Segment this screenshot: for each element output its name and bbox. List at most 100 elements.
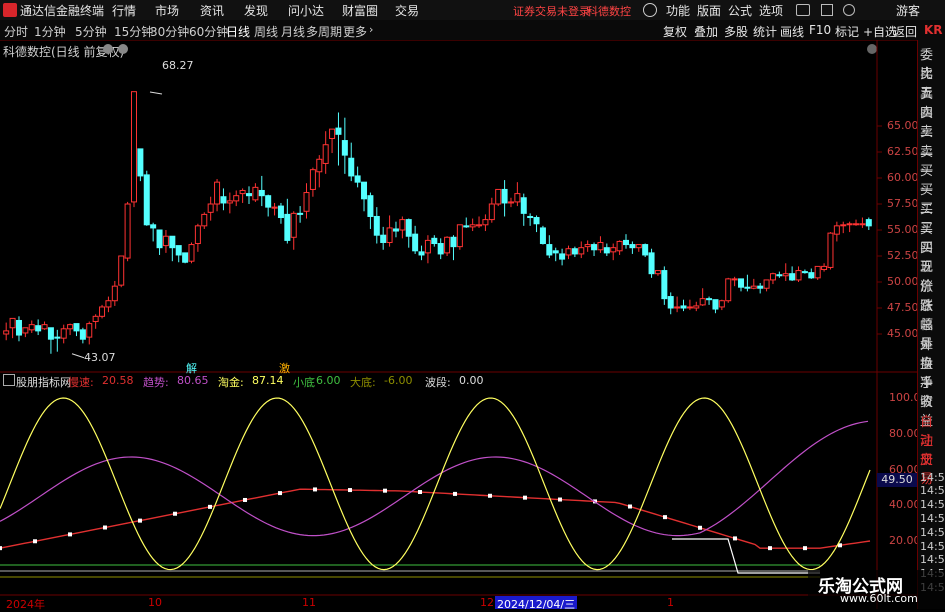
- sidebar-tab[interactable]: 14:56: [920, 553, 945, 567]
- period-toolbar: 分时 1分钟 5分钟 15分钟 30分钟 60分钟 日线 周线 月线 多周期 更…: [0, 20, 945, 41]
- login-status[interactable]: 证券交易未登录: [513, 3, 590, 19]
- sidebar-tab[interactable]: 自动: [920, 413, 945, 449]
- candle-body: [150, 224, 157, 229]
- period-multi[interactable]: 多周期: [306, 23, 342, 40]
- menu-jiaoyi[interactable]: 交易: [395, 2, 419, 19]
- period-5min[interactable]: 5分钟: [75, 23, 107, 40]
- menu-caifuquan[interactable]: 财富圈: [342, 2, 378, 19]
- candle-body: [782, 273, 789, 277]
- sidebar-tab[interactable]: 14:56: [920, 526, 945, 540]
- sidebar-tab[interactable]: 14:56: [920, 484, 945, 498]
- menu-banmian[interactable]: 版面: [697, 2, 721, 19]
- sidebar-tab[interactable]: 外盘: [920, 336, 945, 372]
- period-15min[interactable]: 15分钟: [114, 23, 153, 40]
- btn-duogu[interactable]: 多股: [724, 23, 748, 40]
- candle-body: [744, 286, 751, 289]
- sidebar-tab[interactable]: 买三: [920, 200, 945, 236]
- indicator-field-value: -6.00: [384, 374, 413, 387]
- candle-body: [456, 224, 463, 248]
- candle-body: [437, 243, 444, 255]
- period-fenshi[interactable]: 分时: [4, 23, 28, 40]
- price-axis-label: 57.50: [887, 197, 919, 210]
- chevron-right-icon[interactable]: ›: [369, 23, 373, 36]
- user-icon[interactable]: [843, 4, 855, 16]
- sidebar-tab[interactable]: 14:56: [920, 540, 945, 554]
- sidebar-tab[interactable]: 买二: [920, 181, 945, 217]
- candle-body: [559, 253, 566, 260]
- btn-tongji[interactable]: 统计: [753, 23, 777, 40]
- candle-body: [162, 235, 169, 247]
- indicator-field-label: 淘金:: [218, 376, 244, 389]
- btn-diejia[interactable]: 叠加: [694, 23, 718, 40]
- btn-f10[interactable]: F10: [809, 23, 831, 37]
- menu-zixun[interactable]: 资讯: [200, 2, 224, 19]
- price-axis-label: 65.00: [887, 119, 919, 132]
- indicator-name[interactable]: 股朋指标网: [16, 374, 71, 390]
- period-daily[interactable]: 日线: [226, 23, 250, 40]
- sidebar-tab[interactable]: 卖五: [920, 65, 945, 101]
- candle-body: [271, 206, 278, 209]
- btn-biaoji[interactable]: 标记: [835, 23, 859, 40]
- period-monthly[interactable]: 月线: [281, 23, 305, 40]
- crosshair-date: 2024/12/04/三: [495, 596, 578, 611]
- sidebar-tab[interactable]: 交易: [920, 451, 945, 487]
- candle-body: [92, 315, 99, 323]
- sidebar-tab[interactable]: 14:56: [920, 471, 945, 485]
- sidebar-tab[interactable]: 涨幅: [920, 297, 945, 333]
- sidebar-tab[interactable]: 换手: [920, 355, 945, 391]
- menu-gongneng[interactable]: 功能: [666, 2, 690, 19]
- search-icon[interactable]: [643, 3, 657, 17]
- indicator-toggle-icon[interactable]: [3, 374, 15, 386]
- price-chart[interactable]: [0, 40, 917, 609]
- menu-hangqing[interactable]: 行情: [112, 2, 136, 19]
- lock-icon[interactable]: [821, 4, 833, 16]
- sidebar-tab[interactable]: 卖三: [920, 104, 945, 140]
- btn-huaxian[interactable]: 画线: [780, 23, 804, 40]
- price-axis-label: 52.50: [887, 249, 919, 262]
- slow-line-marker: [523, 495, 527, 500]
- guest-label[interactable]: 游客: [896, 2, 920, 19]
- sidebar-tab[interactable]: 买五: [920, 239, 945, 275]
- date-label-10: 10: [148, 596, 162, 609]
- sidebar-tab[interactable]: 委比: [920, 46, 945, 82]
- sidebar-tab[interactable]: 卖一: [920, 143, 945, 179]
- period-30min[interactable]: 30分钟: [150, 23, 189, 40]
- period-60min[interactable]: 60分钟: [189, 23, 228, 40]
- message-icon[interactable]: [796, 4, 810, 16]
- sidebar-tab[interactable]: 收益: [920, 393, 945, 429]
- sidebar-tab[interactable]: 14:56: [920, 498, 945, 512]
- slow-line-marker: [33, 539, 37, 544]
- btn-fuquan[interactable]: 复权: [663, 23, 687, 40]
- candle-body: [520, 197, 527, 214]
- sidebar-tab[interactable]: 现价: [920, 258, 945, 294]
- sidebar-tab[interactable]: 涨跌: [920, 278, 945, 314]
- slow-line-marker: [243, 497, 247, 502]
- menu-faxian[interactable]: 发现: [244, 2, 268, 19]
- sidebar-tab[interactable]: 卖四: [920, 85, 945, 121]
- sidebar-tab[interactable]: 注册: [920, 432, 945, 468]
- sidebar-tab[interactable]: 14:56: [920, 512, 945, 526]
- sidebar-tab[interactable]: 买四: [920, 220, 945, 256]
- sidebar-tab[interactable]: 总量: [920, 316, 945, 352]
- candle-body: [367, 195, 374, 217]
- period-more[interactable]: 更多: [343, 23, 367, 40]
- sidebar-tab[interactable]: 买一: [920, 162, 945, 198]
- candle-body: [175, 245, 182, 256]
- menu-wenxiaoda[interactable]: 问小达: [288, 2, 324, 19]
- candle-body: [303, 192, 310, 212]
- candle-body: [137, 148, 144, 177]
- sidebar-tab[interactable]: 卖二: [920, 123, 945, 159]
- menu-gongshi[interactable]: 公式: [728, 2, 752, 19]
- btn-zixuan[interactable]: +自选: [863, 23, 897, 40]
- period-1min[interactable]: 1分钟: [34, 23, 66, 40]
- candle-body: [201, 213, 208, 227]
- date-label-1: 1: [667, 596, 674, 609]
- candle-body: [686, 306, 693, 309]
- btn-fanhui[interactable]: 返回: [893, 23, 917, 40]
- menu-shichang[interactable]: 市场: [155, 2, 179, 19]
- indicator-field-label: 波段:: [425, 376, 451, 389]
- indicator-field-value: 6.00: [316, 374, 341, 387]
- sidebar-tab[interactable]: 净资: [920, 374, 945, 410]
- menu-xuanxiang[interactable]: 选项: [759, 2, 783, 19]
- period-weekly[interactable]: 周线: [254, 23, 278, 40]
